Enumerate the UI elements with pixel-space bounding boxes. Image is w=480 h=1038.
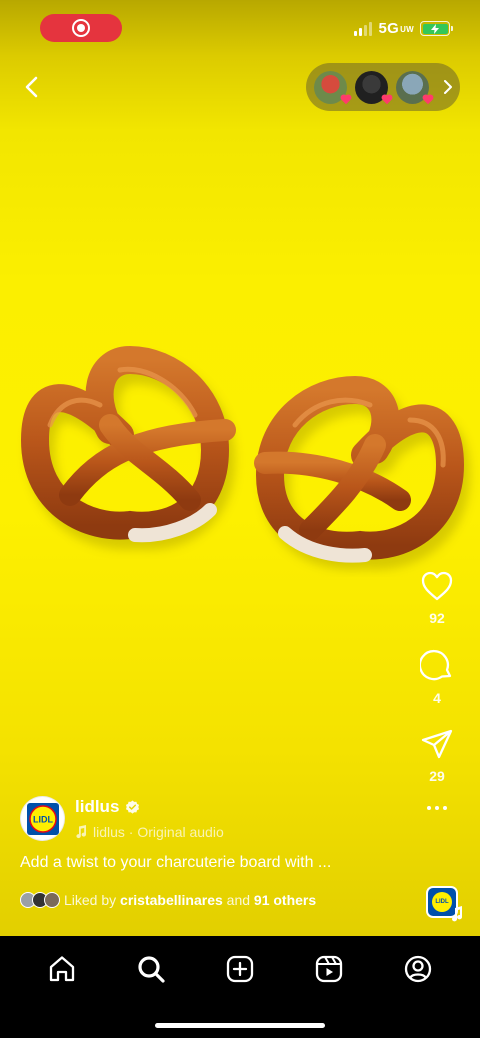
action-rail: 92 4 29 [412,570,462,818]
chevron-left-icon [25,76,38,98]
svg-text:LIDL: LIDL [33,814,53,824]
comment-button[interactable]: 4 [412,648,462,706]
ellipsis-icon [427,806,431,810]
lidl-logo-mini: LIDL [435,899,449,905]
charging-bolt-icon [431,23,439,34]
network-type: 5GUW [378,20,414,37]
author-avatar[interactable]: LIDL [20,796,65,841]
music-note-icon [452,906,463,922]
left-pretzel [20,345,236,543]
plus-square-icon [226,955,254,983]
search-icon [138,956,165,983]
like-button[interactable]: 92 [412,570,462,626]
home-indicator[interactable] [155,1023,325,1028]
profile-icon [404,955,431,983]
heart-icon [421,571,453,601]
reels-icon [315,955,342,983]
liked-by-user[interactable]: cristabellinares [120,892,223,908]
back-button[interactable] [16,72,46,102]
reel-caption[interactable]: Add a twist to your charcuterie board wi… [20,854,331,872]
friends-activity-pill[interactable] [306,63,460,111]
liked-by-others[interactable]: 91 others [254,892,316,908]
more-options-button[interactable] [422,798,452,818]
battery-icon [420,21,453,36]
tab-home[interactable] [44,951,80,987]
liked-by-prefix: Liked by [64,892,121,908]
music-note-icon [76,825,87,839]
record-icon [72,19,90,37]
audio-label: lidlus · Original audio [93,824,224,840]
status-indicators: 5GUW [354,20,453,37]
share-count: 29 [429,768,445,784]
tab-search[interactable] [133,951,169,987]
friend-avatar [355,70,393,104]
heart-badge-icon [340,93,352,104]
right-pretzel [254,375,465,563]
original-audio-link[interactable]: lidlus · Original audio [75,824,224,840]
tab-profile[interactable] [400,951,436,987]
comment-bubble-icon [420,649,452,681]
verified-badge-icon [126,799,140,814]
tab-create[interactable] [222,951,258,987]
chevron-right-icon [441,80,455,94]
share-button[interactable]: 29 [412,728,462,784]
username[interactable]: lidlus [75,797,119,817]
liked-by-middle: and [222,892,254,908]
bottom-tab-bar [0,936,480,1038]
friend-avatar [314,70,352,104]
liked-by-avatars [20,892,60,908]
cellular-signal-icon [354,21,373,36]
screen-recording-indicator[interactable] [40,14,122,42]
comment-count: 4 [433,690,441,706]
friend-avatar [396,70,434,104]
tab-reels[interactable] [311,951,347,987]
author-row: LIDL lidlus lidlus · Original audio [20,796,224,841]
liked-by-row[interactable]: Liked by cristabellinares and 91 others [20,892,316,908]
lidl-logo: LIDL [26,802,59,835]
heart-badge-icon [422,93,434,104]
home-icon [50,956,75,982]
audio-track-button[interactable]: LIDL [426,886,463,922]
like-count: 92 [429,610,445,626]
paper-plane-icon [421,729,453,759]
heart-badge-icon [381,93,393,104]
